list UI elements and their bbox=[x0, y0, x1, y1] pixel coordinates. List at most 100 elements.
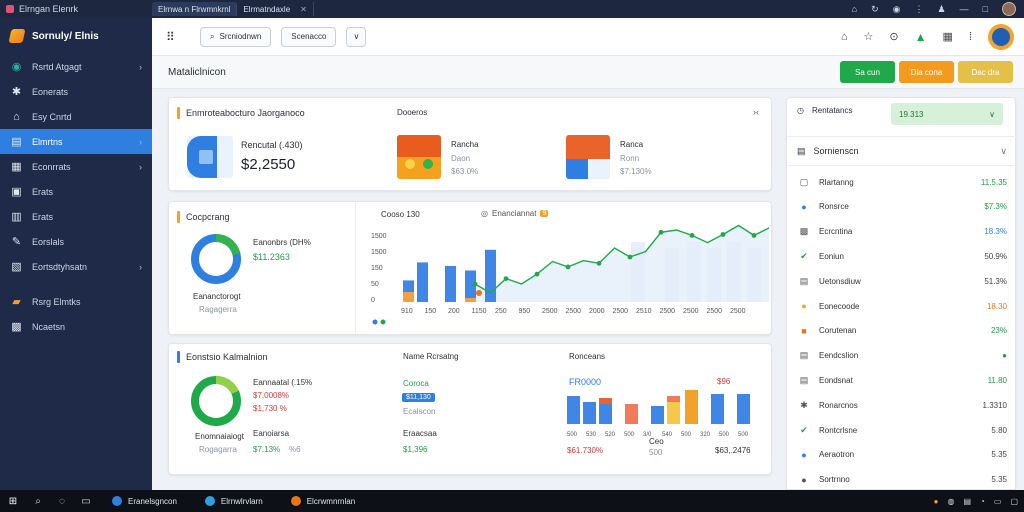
windows-start-icon[interactable]: ⊞ bbox=[0, 496, 26, 507]
search-dropdown-button[interactable]: ⌕ Srcniodnwn bbox=[200, 26, 272, 47]
sidebar-item-label: Erats bbox=[32, 186, 54, 197]
sidebar-item-7[interactable]: ✎ Eorslals bbox=[0, 229, 152, 254]
doc-icon: ▤ bbox=[799, 350, 809, 361]
right-panel-row[interactable]: ● Sortrnno 5.35 bbox=[797, 468, 1007, 492]
alert-triangle-icon[interactable]: ▲ bbox=[915, 30, 927, 44]
x-tick-label: 2500 bbox=[707, 308, 723, 315]
sidebar-item-2[interactable]: ⌂ Esy Cnrtd bbox=[0, 104, 152, 129]
minimize-icon[interactable]: — bbox=[960, 4, 969, 14]
chat-icon[interactable]: ◌ bbox=[50, 496, 74, 507]
sidebar-item-label: Eortsdtyhsatn bbox=[32, 261, 88, 272]
close-tab-icon[interactable]: ✕ bbox=[300, 5, 307, 14]
refresh-icon[interactable]: ↻ bbox=[871, 4, 879, 15]
calendar-icon[interactable]: ▦ bbox=[943, 30, 953, 43]
right-panel-row[interactable]: ▢ Rlartanng 11.5.35 bbox=[797, 170, 1007, 194]
sidebar-item-label: Esy Cnrtd bbox=[32, 111, 72, 122]
gear-badge-icon bbox=[566, 135, 610, 179]
action-button-yellow[interactable]: Dac dra bbox=[958, 61, 1013, 83]
right-panel-row[interactable]: ▩ Ecrcntina 18.3% bbox=[797, 220, 1007, 244]
kpi2-value: $63.0% bbox=[451, 167, 479, 176]
sidebar-item-3[interactable]: ▤ Elmrtns › bbox=[0, 129, 152, 154]
divider bbox=[355, 202, 356, 336]
star-icon[interactable]: ☆ bbox=[864, 30, 874, 43]
sidebar-brand[interactable]: Sornuly/ Elnis bbox=[0, 18, 152, 54]
briefcase-icon: ▥ bbox=[11, 211, 22, 223]
notifications-icon[interactable]: ▢ bbox=[1010, 497, 1018, 506]
help-icon[interactable]: ⊙ bbox=[889, 30, 898, 43]
sidebar-item-1[interactable]: ✱ Eonerats bbox=[0, 79, 152, 104]
overview-donut-label: Eanonbrs (DH% bbox=[253, 238, 311, 247]
sidebar-item-4[interactable]: ▦ Econrrats › bbox=[0, 154, 152, 179]
right-panel-row[interactable]: ▤ Eendcslion ● bbox=[797, 344, 1007, 368]
right-panel-row[interactable]: ✔ Eoniun 50.9% bbox=[797, 244, 1007, 268]
search-icon[interactable]: ⌕ bbox=[26, 496, 50, 507]
action-button-orange[interactable]: Dla cona bbox=[899, 61, 954, 83]
volume-icon[interactable]: ◔ bbox=[980, 497, 985, 506]
sidebar-item-label: Elmrtns bbox=[32, 136, 63, 147]
right-panel-row[interactable]: ● Aeraotron 5.35 bbox=[797, 443, 1007, 467]
home-icon[interactable]: ⌂ bbox=[852, 4, 857, 14]
battery-icon[interactable]: ▭ bbox=[994, 497, 1002, 506]
left-bottom-muted: %6 bbox=[289, 445, 301, 454]
col3-bottom2: $63,.2476 bbox=[715, 446, 751, 455]
sidebar-item-5[interactable]: ▣ Erats bbox=[0, 179, 152, 204]
sidebar-item-6[interactable]: ▥ Erats bbox=[0, 204, 152, 229]
right-panel-row[interactable]: ✔ Rontcrlsne 5.80 bbox=[797, 418, 1007, 442]
taskbar-app-3[interactable]: Elcrwmnrnlan bbox=[277, 490, 369, 512]
x-tick-label: 2500 bbox=[613, 308, 629, 315]
extension-icon[interactable]: ◉ bbox=[893, 4, 901, 15]
taskbar-app-2[interactable]: Elrnwlrvlarn bbox=[191, 490, 277, 512]
taskbar-app-1[interactable]: Eranelsgncon bbox=[98, 490, 191, 512]
right-panel-select[interactable]: 19.313 ∨ bbox=[891, 103, 1003, 125]
chevron-down-icon: ∨ bbox=[989, 109, 995, 119]
right-panel-row-value: 18.30 bbox=[986, 301, 1007, 311]
person-icon[interactable]: ♟ bbox=[937, 4, 945, 15]
col2-badge: $11,130 bbox=[402, 393, 435, 402]
user-avatar[interactable] bbox=[1002, 2, 1016, 16]
expand-button[interactable]: ∨ bbox=[346, 26, 367, 47]
overview-donut-caption: Eananctorogt bbox=[193, 292, 241, 301]
tray-chevron-icon[interactable]: ◍ bbox=[947, 497, 954, 506]
right-panel-row[interactable]: ● Eonecoode 18.30 bbox=[797, 294, 1007, 318]
sidebar-item-9[interactable]: ▰ Rsrg Elmtks bbox=[0, 289, 152, 314]
network-icon[interactable]: ▤ bbox=[963, 497, 971, 506]
right-panel-row-label: Ronsrce bbox=[819, 202, 849, 212]
bar bbox=[667, 396, 680, 402]
maximize-icon[interactable]: □ bbox=[983, 4, 988, 14]
scenario-button[interactable]: Scenacco bbox=[281, 26, 337, 47]
x-tick-label: 500 bbox=[567, 432, 578, 438]
more-icon[interactable]: ⁞ bbox=[969, 31, 972, 43]
search-icon: ⌕ bbox=[210, 31, 215, 41]
right-panel-row[interactable]: ● Ronsrce $7.3% bbox=[797, 195, 1007, 219]
overview-donut-value: $11.2363 bbox=[253, 252, 290, 262]
right-panel-row[interactable]: ■ Corutenan 23% bbox=[797, 319, 1007, 343]
right-panel-section[interactable]: ▤ Sornienscn ∨ bbox=[787, 136, 1017, 166]
right-panel-row[interactable]: ▤ Uetonsdiuw 51.3% bbox=[797, 269, 1007, 293]
sidebar-item-8[interactable]: ▧ Eortsdtyhsatn › bbox=[0, 254, 152, 279]
title-bar: Elrngan Elenrk Elrnwa n Flrwmnkrnl Elrma… bbox=[0, 0, 1024, 18]
right-panel-row[interactable]: ✱ Ronarcnos 1.3310 bbox=[797, 393, 1007, 417]
action-button-green[interactable]: Sa cun bbox=[840, 61, 895, 83]
apps-grid-icon[interactable]: ⠿ bbox=[166, 30, 190, 44]
sidebar-item-10[interactable]: ▩ Ncaetsn bbox=[0, 314, 152, 339]
sidebar-item-label: Erats bbox=[32, 211, 54, 222]
profile-avatar[interactable] bbox=[988, 23, 1014, 50]
right-panel-row-label: Eonecoode bbox=[819, 301, 860, 311]
browser-tab-1[interactable]: Elrnwa n Flrwmnkrnl bbox=[152, 2, 238, 16]
tray-app-icon[interactable]: ● bbox=[934, 497, 939, 506]
expand-card-icon[interactable]: ›‹ bbox=[753, 107, 759, 117]
col3-bottom-sub: 500 bbox=[649, 448, 663, 457]
notification-icon[interactable]: ⌂ bbox=[841, 31, 848, 43]
menu-icon[interactable]: ⋮ bbox=[914, 4, 923, 15]
overview-card: Cocpcrang Eanonbrs (DH% $11.2363 Eananct… bbox=[168, 201, 772, 336]
right-panel-row-value: $7.3% bbox=[984, 202, 1007, 212]
taskview-icon[interactable]: ▭ bbox=[74, 496, 98, 507]
page-title: Mataliclnicon bbox=[168, 66, 226, 78]
tag-icon: ▰ bbox=[12, 296, 21, 308]
chart1-legend[interactable]: ◎ Enanciannat 9 bbox=[481, 209, 549, 218]
right-panel-row[interactable]: ▤ Eondsnat 11.80 bbox=[797, 368, 1007, 392]
sidebar-item-0[interactable]: ◉ Rsrtd Atgagt › bbox=[0, 54, 152, 79]
col3-bottom-label: Ceo bbox=[649, 437, 664, 446]
bar bbox=[651, 406, 664, 424]
browser-tab-2[interactable]: Elrmatndaxle ✕ bbox=[237, 2, 314, 16]
